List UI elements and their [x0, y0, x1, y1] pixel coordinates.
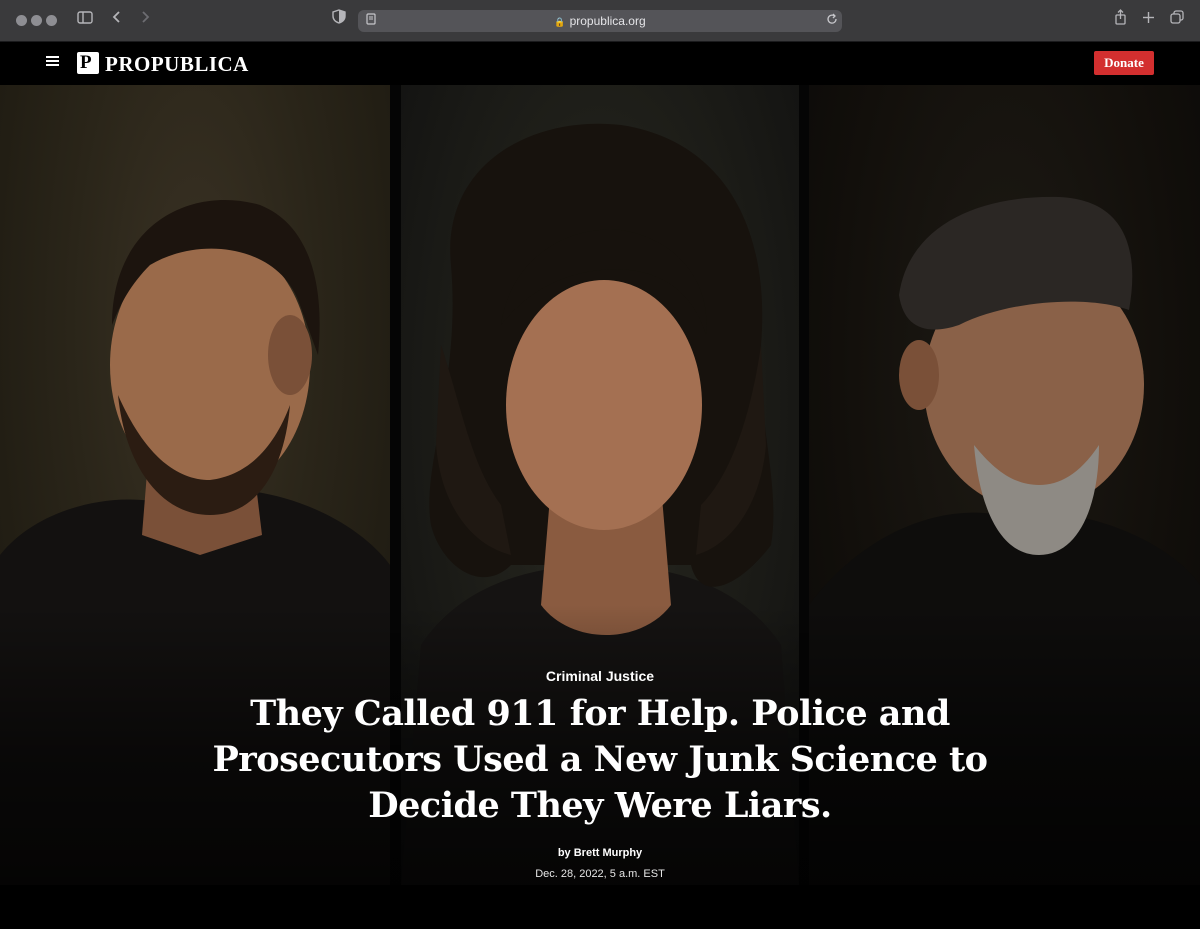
article-byline[interactable]: by Brett Murphy — [0, 847, 1200, 859]
reload-icon[interactable] — [821, 10, 843, 32]
tabs-icon[interactable] — [1166, 9, 1188, 31]
lock-icon: 🔒 — [554, 17, 566, 27]
site-logo-text[interactable]: PROPUBLICA — [105, 52, 249, 76]
article-hero: Criminal Justice They Called 911 for Hel… — [0, 85, 1200, 885]
shield-icon[interactable] — [328, 9, 350, 31]
article-category[interactable]: Criminal Justice — [0, 668, 1200, 684]
zoom-window-button[interactable] — [46, 15, 57, 26]
chevron-left-icon[interactable] — [106, 9, 128, 31]
chevron-right-icon[interactable] — [134, 9, 156, 31]
site-header: P PROPUBLICA Donate — [0, 42, 1200, 85]
browser-toolbar: 🔒 propublica.org — [0, 0, 1200, 42]
sidebar-icon[interactable] — [74, 9, 96, 31]
article-date: Dec. 28, 2022, 5 a.m. EST — [535, 868, 665, 880]
propublica-logo-mark[interactable]: P — [77, 52, 99, 74]
donate-button[interactable]: Donate — [1094, 51, 1154, 75]
close-window-button[interactable] — [16, 15, 27, 26]
share-icon[interactable] — [1109, 9, 1131, 32]
url-text: propublica.org — [569, 14, 646, 28]
menu-icon[interactable] — [46, 56, 60, 67]
article-headline: They Called 911 for Help. Police and Pro… — [212, 693, 988, 826]
address-bar[interactable]: 🔒 propublica.org — [358, 10, 842, 32]
minimize-window-button[interactable] — [31, 15, 42, 26]
plus-icon[interactable] — [1137, 9, 1159, 31]
